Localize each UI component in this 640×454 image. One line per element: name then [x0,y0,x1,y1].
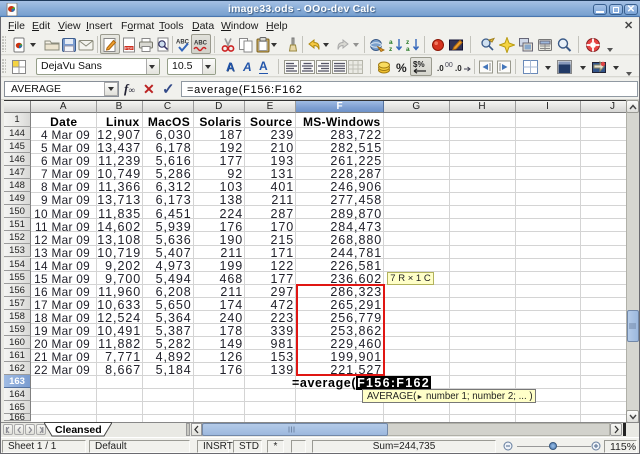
svg-text:$%: $% [413,60,425,69]
svg-text:PDF: PDF [125,45,134,50]
svg-text:z: z [389,46,393,53]
svg-text:z: z [406,39,410,46]
svg-text:.0: .0 [455,64,462,73]
svg-text:.0: .0 [437,64,444,73]
svg-text:00: 00 [445,62,453,69]
svg-text:a: a [389,39,393,46]
svg-text:a: a [406,46,410,53]
svg-text:ABC: ABC [194,41,208,47]
